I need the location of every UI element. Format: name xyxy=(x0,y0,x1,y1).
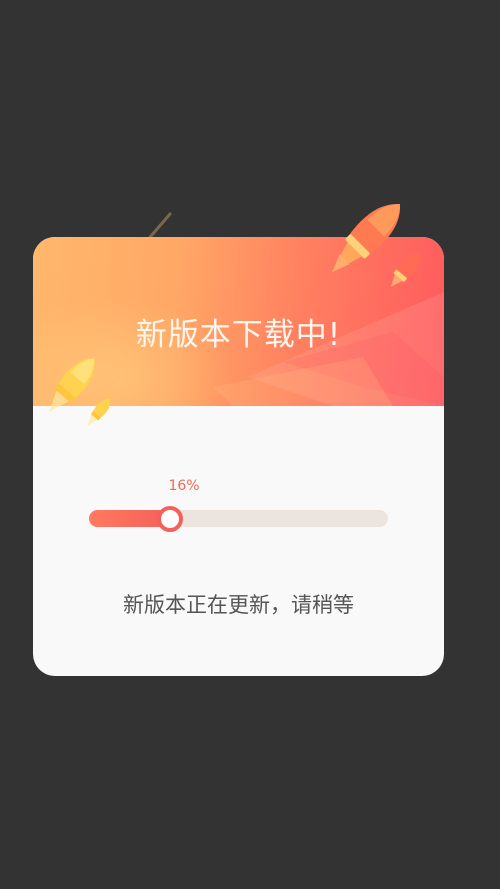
download-progress-bar xyxy=(89,506,388,532)
progress-percent-label: 16% xyxy=(168,478,200,494)
update-dialog: 新版本下载中! 16% 新版本正在更新，请稍等 xyxy=(33,237,444,676)
rocket-icon-yellow-small xyxy=(87,398,111,426)
screen: 新版本下载中! 16% 新版本正在更新，请稍等 xyxy=(0,0,500,889)
progress-thumb xyxy=(156,506,183,532)
rocket-icon-small xyxy=(390,253,420,287)
update-status-text: 新版本正在更新，请稍等 xyxy=(123,593,354,617)
